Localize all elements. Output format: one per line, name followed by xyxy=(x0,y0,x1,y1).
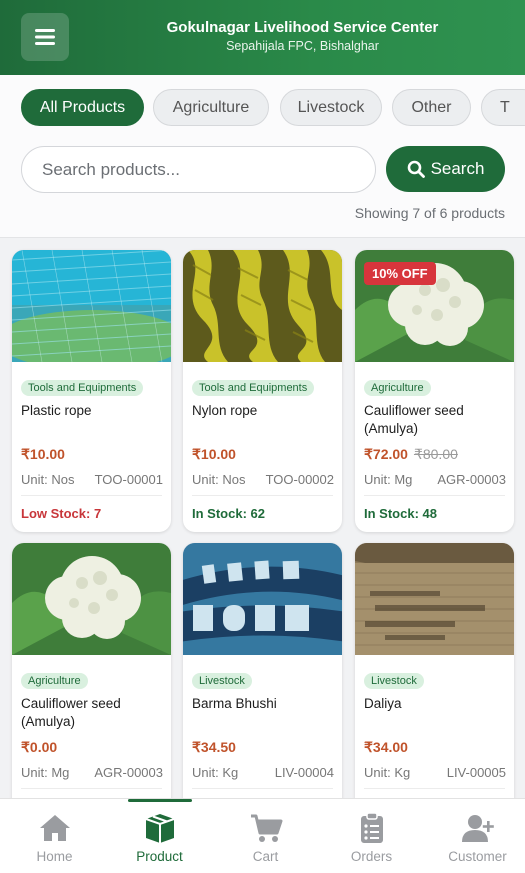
stock-status: Low Stock: 7 xyxy=(21,506,102,521)
menu-button[interactable] xyxy=(21,13,69,61)
stock-status: In Stock: 62 xyxy=(192,506,265,521)
category-badge: Livestock xyxy=(364,673,424,689)
category-badge: Tools and Equipments xyxy=(21,380,144,396)
product-code: TOO-00002 xyxy=(265,472,334,487)
product-unit: Unit: Kg xyxy=(364,765,411,780)
divider xyxy=(192,788,333,789)
search-button[interactable]: Search xyxy=(386,146,505,192)
add-user-icon xyxy=(462,815,494,842)
product-code: AGR-00003 xyxy=(94,765,163,780)
app-subtitle: Sepahijala FPC, Bishalghar xyxy=(226,39,379,53)
product-card[interactable]: Livestock Barma Bhushi ₹34.50 Unit: Kg L… xyxy=(183,543,342,798)
nav-product[interactable]: Product xyxy=(107,799,212,873)
nav-product-label: Product xyxy=(136,849,183,864)
product-name: Barma Bhushi xyxy=(192,696,277,711)
product-code: AGR-00003 xyxy=(437,472,506,487)
product-name: Nylon rope xyxy=(192,403,258,418)
discount-badge: 10% OFF xyxy=(364,262,436,285)
chip-livestock[interactable]: Livestock xyxy=(280,89,382,126)
product-unit: Unit: Kg xyxy=(192,765,239,780)
divider xyxy=(364,495,505,496)
divider xyxy=(21,788,162,789)
product-card[interactable]: Livestock Daliya ₹34.00 Unit: Kg LIV-000… xyxy=(355,543,514,798)
blue-rope-image xyxy=(12,250,171,362)
product-code: LIV-00005 xyxy=(446,765,506,780)
nav-customer-label: Customer xyxy=(448,849,507,864)
filter-panel: All Products Agriculture Livestock Other… xyxy=(0,75,525,238)
bottom-nav: Home Product Cart Orders Customer xyxy=(0,798,525,873)
home-icon xyxy=(40,815,70,841)
product-grid: Tools and Equipments Plastic rope ₹10.00… xyxy=(0,238,525,798)
product-unit: Unit: Nos xyxy=(192,472,246,487)
stock-status: In Stock: 48 xyxy=(364,506,437,521)
product-price: ₹10.00 xyxy=(192,446,236,462)
chip-agriculture[interactable]: Agriculture xyxy=(153,89,269,126)
results-count: Showing 7 of 6 products xyxy=(354,205,505,221)
product-price: ₹0.00 xyxy=(21,739,58,755)
jute-sack-image xyxy=(355,543,514,655)
nav-home-label: Home xyxy=(36,849,73,864)
nav-customer[interactable]: Customer xyxy=(425,799,525,873)
app-header: Gokulnagar Livelihood Service Center Sep… xyxy=(0,0,525,75)
product-price: ₹10.00 xyxy=(21,446,65,462)
product-card[interactable]: Tools and Equipments Nylon rope ₹10.00 U… xyxy=(183,250,342,532)
product-price: ₹72.00 ₹80.00 xyxy=(364,446,458,462)
nav-cart-label: Cart xyxy=(252,849,279,864)
cart-icon xyxy=(251,814,283,842)
product-name: Plastic rope xyxy=(21,403,92,418)
product-name: Cauliflower seed (Amulya) xyxy=(21,696,121,729)
category-badge: Agriculture xyxy=(21,673,88,689)
app-title: Gokulnagar Livelihood Service Center xyxy=(166,19,439,36)
clipboard-icon xyxy=(361,812,383,843)
cauliflower-image xyxy=(12,543,171,655)
product-code: TOO-00001 xyxy=(94,472,163,487)
nav-orders[interactable]: Orders xyxy=(319,799,424,873)
chip-other[interactable]: Other xyxy=(392,89,471,126)
divider xyxy=(364,788,505,789)
original-price: ₹80.00 xyxy=(413,446,458,462)
divider xyxy=(192,495,333,496)
chip-all-products[interactable]: All Products xyxy=(21,89,144,126)
feed-bag-image xyxy=(183,543,342,655)
yellow-rope-image xyxy=(183,250,342,362)
category-chips: All Products Agriculture Livestock Other… xyxy=(21,89,525,127)
nav-cart[interactable]: Cart xyxy=(213,799,318,873)
category-badge: Agriculture xyxy=(364,380,431,396)
product-price: ₹34.00 xyxy=(364,739,408,755)
product-card[interactable]: Tools and Equipments Plastic rope ₹10.00… xyxy=(12,250,171,532)
product-name: Cauliflower seed (Amulya) xyxy=(364,403,464,436)
chip-truncated[interactable]: T xyxy=(481,89,525,126)
nav-orders-label: Orders xyxy=(350,849,393,864)
product-unit: Unit: Mg xyxy=(21,765,70,780)
hamburger-icon xyxy=(35,29,55,45)
product-card[interactable]: Agriculture Cauliflower seed (Amulya) ₹0… xyxy=(12,543,171,798)
search-icon xyxy=(407,160,425,178)
product-unit: Unit: Nos xyxy=(21,472,75,487)
product-card[interactable]: 10% OFF Agriculture Cauliflower seed (Am… xyxy=(355,250,514,532)
search-button-label: Search xyxy=(430,159,485,178)
box-icon xyxy=(145,814,175,843)
product-price: ₹34.50 xyxy=(192,739,236,755)
divider xyxy=(21,495,162,496)
category-badge: Livestock xyxy=(192,673,252,689)
product-code: LIV-00004 xyxy=(274,765,334,780)
product-name: Daliya xyxy=(364,696,402,711)
product-unit: Unit: Mg xyxy=(364,472,413,487)
search-input[interactable] xyxy=(21,146,376,193)
category-badge: Tools and Equipments xyxy=(192,380,315,396)
nav-home[interactable]: Home xyxy=(2,799,107,873)
